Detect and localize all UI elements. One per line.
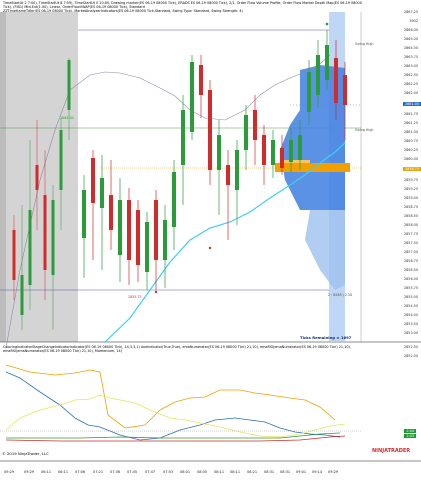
last-price-tag: 2858.75 <box>402 167 421 171</box>
poc-bar <box>275 163 350 172</box>
ninjatrader-watermark: NINJATRADER <box>372 448 411 454</box>
indicator-value-2: 2.03 <box>404 434 416 438</box>
indicator-value-1: 2.44 <box>404 429 416 433</box>
price-axis[interactable]: 2867.25 3902 2866.00 2865.00 2864.50 286… <box>361 0 421 480</box>
current-price-tag: 2861.00 <box>402 102 421 106</box>
price-chart[interactable] <box>0 0 421 480</box>
session-shade <box>0 12 78 342</box>
swing-label-2: Swing High <box>355 128 374 132</box>
swing-high-label: Swing High <box>355 42 374 46</box>
note-bottom: 2 : 8585 \ 2.50 <box>328 293 353 297</box>
indicator-title: ColoringIndicatorStageChangeIndicatorInd… <box>3 345 351 353</box>
ticks-remaining: Ticks Remaining = 1697 <box>300 335 352 340</box>
note-2862: 2863.50 <box>60 116 74 120</box>
session-shade-edge <box>0 12 6 342</box>
swing-low-label: 2855.75 <box>128 295 142 299</box>
chart-window: TimeStartUt 2 7:00), TimeStartUt 8 7:59)… <box>0 0 421 480</box>
copyright: © 2019 NinjaTrader, LLC <box>2 451 49 456</box>
indicator-lines <box>0 364 361 442</box>
